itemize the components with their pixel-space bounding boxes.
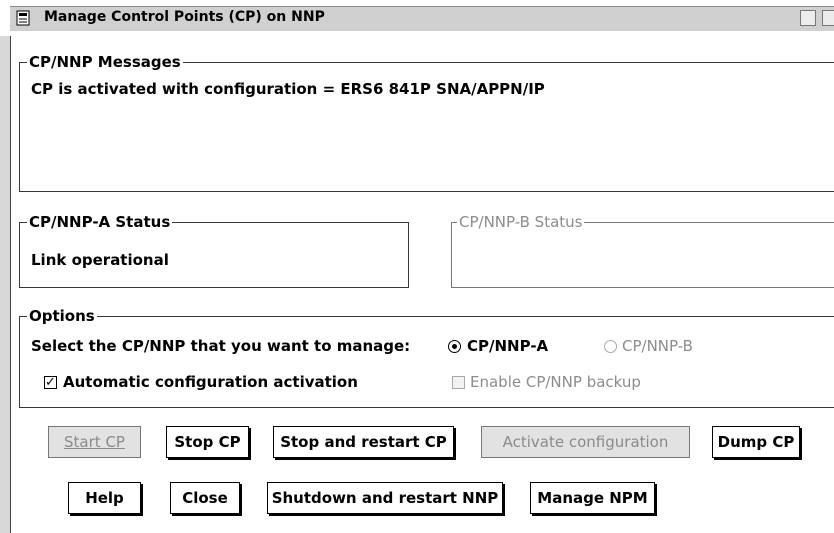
window-title: Manage Control Points (CP) on NNP: [44, 9, 325, 25]
auto-activation-label[interactable]: Automatic configuration activation: [63, 373, 358, 391]
status-b-group-label: CP/NNP-B Status: [457, 213, 585, 231]
dialog-window: Manage Control Points (CP) on NNP CP/NNP…: [0, 0, 834, 533]
minimize-icon[interactable]: [800, 10, 816, 26]
activate-configuration-button-label: Activate configuration: [502, 433, 669, 451]
maximize-icon[interactable]: [822, 10, 834, 26]
stop-restart-cp-button[interactable]: Stop and restart CP: [273, 426, 454, 458]
manage-npm-button-label: Manage NPM: [537, 489, 648, 507]
close-button[interactable]: Close: [170, 482, 240, 514]
title-bar[interactable]: Manage Control Points (CP) on NNP: [0, 0, 834, 36]
stop-cp-button-label: Stop CP: [174, 433, 241, 451]
system-menu-icon[interactable]: [16, 10, 30, 26]
start-cp-button: Start CP: [48, 426, 141, 458]
radio-cp-nnp-a-label[interactable]: CP/NNP-A: [467, 337, 548, 355]
radio-cp-nnp-b-label: CP/NNP-B: [622, 337, 693, 355]
select-prompt: Select the CP/NNP that you want to manag…: [31, 337, 411, 355]
options-group-label: Options: [27, 307, 97, 325]
stop-cp-button[interactable]: Stop CP: [166, 426, 249, 458]
status-a-text: Link operational: [31, 251, 169, 269]
messages-text: CP is activated with configuration = ERS…: [31, 80, 545, 98]
status-a-group-label: CP/NNP-A Status: [27, 213, 173, 231]
start-cp-button-label: Start CP: [64, 433, 125, 451]
enable-backup-label: Enable CP/NNP backup: [470, 373, 641, 391]
shutdown-restart-nnp-button[interactable]: Shutdown and restart NNP: [267, 482, 503, 514]
help-button-label: Help: [85, 489, 124, 507]
options-group: [19, 316, 834, 408]
dump-cp-button[interactable]: Dump CP: [712, 426, 800, 458]
status-b-group: [451, 222, 834, 288]
radio-cp-nnp-a[interactable]: [448, 340, 461, 353]
dump-cp-button-label: Dump CP: [717, 433, 795, 451]
manage-npm-button[interactable]: Manage NPM: [530, 482, 655, 514]
enable-backup-checkbox: [452, 376, 465, 389]
dialog-client-area: CP/NNP Messages CP is activated with con…: [10, 36, 834, 533]
close-button-label: Close: [182, 489, 228, 507]
help-button[interactable]: Help: [68, 482, 141, 514]
radio-cp-nnp-b: [604, 340, 617, 353]
shutdown-restart-nnp-button-label: Shutdown and restart NNP: [271, 489, 499, 507]
activate-configuration-button: Activate configuration: [481, 426, 690, 458]
auto-activation-checkbox[interactable]: ✓: [44, 376, 57, 389]
stop-restart-cp-button-label: Stop and restart CP: [280, 433, 447, 451]
messages-group-label: CP/NNP Messages: [27, 53, 183, 71]
